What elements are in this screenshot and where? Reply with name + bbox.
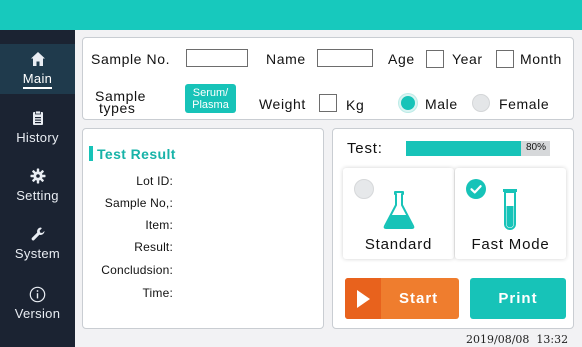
age-label: Age (388, 51, 415, 67)
fast-mode-radio[interactable] (466, 179, 486, 199)
fast-mode-card[interactable]: Fast Mode (455, 168, 566, 259)
flask-icon (383, 190, 415, 235)
test-label: Test: (347, 140, 383, 157)
sidebar: Main History Setting System Version (0, 30, 75, 347)
lot-id-label: Lot ID: (136, 174, 173, 188)
standard-mode-label: Standard (364, 236, 433, 253)
test-progress-bar: 80% (406, 141, 550, 156)
weight-unit-label: Kg (346, 97, 365, 113)
sample-type-line-1: Serum/ (192, 86, 229, 99)
sidebar-item-main[interactable]: Main (0, 44, 75, 94)
fast-mode-label: Fast Mode (471, 236, 550, 253)
datetime-display: 2019/08/08 13:32 (466, 333, 569, 346)
age-month-checkbox[interactable] (496, 50, 514, 68)
sidebar-item-label: Version (14, 306, 61, 321)
sample-type-button[interactable]: Serum/ Plasma (185, 84, 236, 113)
item-label: Item: (145, 218, 173, 232)
start-button-label: Start (399, 290, 439, 307)
top-bar (0, 0, 582, 30)
sample-types-label: Sample types (95, 89, 146, 115)
sample-no-input[interactable] (186, 49, 248, 67)
sample-no-label: Sample No. (91, 51, 171, 67)
clipboard-icon (29, 109, 47, 127)
print-button-label: Print (498, 290, 538, 307)
check-icon (470, 185, 482, 194)
home-icon (29, 50, 47, 68)
sidebar-item-label: System (14, 246, 61, 261)
sidebar-item-version[interactable]: Version (0, 278, 75, 328)
female-label: Female (499, 96, 550, 112)
test-progress-fill (406, 141, 522, 156)
wrench-icon (29, 225, 47, 243)
test-result-title: Test Result (97, 146, 176, 162)
conclusion-label: Concludsion: (101, 263, 173, 277)
result-label: Result: (134, 240, 173, 254)
sidebar-item-setting[interactable]: Setting (0, 160, 75, 210)
name-input[interactable] (317, 49, 373, 67)
start-button[interactable]: Start (345, 278, 459, 319)
male-label: Male (425, 96, 458, 112)
weight-label: Weight (259, 96, 306, 112)
year-label: Year (452, 51, 483, 67)
month-label: Month (520, 51, 562, 67)
sidebar-item-system[interactable]: System (0, 218, 75, 268)
age-year-checkbox[interactable] (426, 50, 444, 68)
male-radio[interactable] (399, 94, 417, 112)
standard-mode-card[interactable]: Standard (343, 168, 454, 259)
name-label: Name (266, 51, 306, 67)
sample-no-result-label: Sample No,: (104, 196, 173, 210)
sidebar-item-label: Setting (16, 188, 59, 203)
info-icon (29, 285, 47, 303)
time-label: Time: (142, 286, 173, 300)
test-progress-text: 80% (525, 142, 546, 153)
sidebar-item-label: History (16, 130, 59, 145)
print-button[interactable]: Print (470, 278, 566, 319)
weight-input[interactable] (319, 94, 337, 112)
standard-mode-radio[interactable] (354, 179, 374, 199)
test-tube-icon (502, 188, 518, 237)
sidebar-item-label: Main (22, 71, 53, 89)
result-title-accent (89, 146, 93, 161)
sidebar-item-history[interactable]: History (0, 102, 75, 152)
play-icon (345, 278, 381, 319)
gear-icon (29, 167, 47, 185)
female-radio[interactable] (472, 94, 490, 112)
sample-type-line-2: Plasma (192, 98, 229, 111)
